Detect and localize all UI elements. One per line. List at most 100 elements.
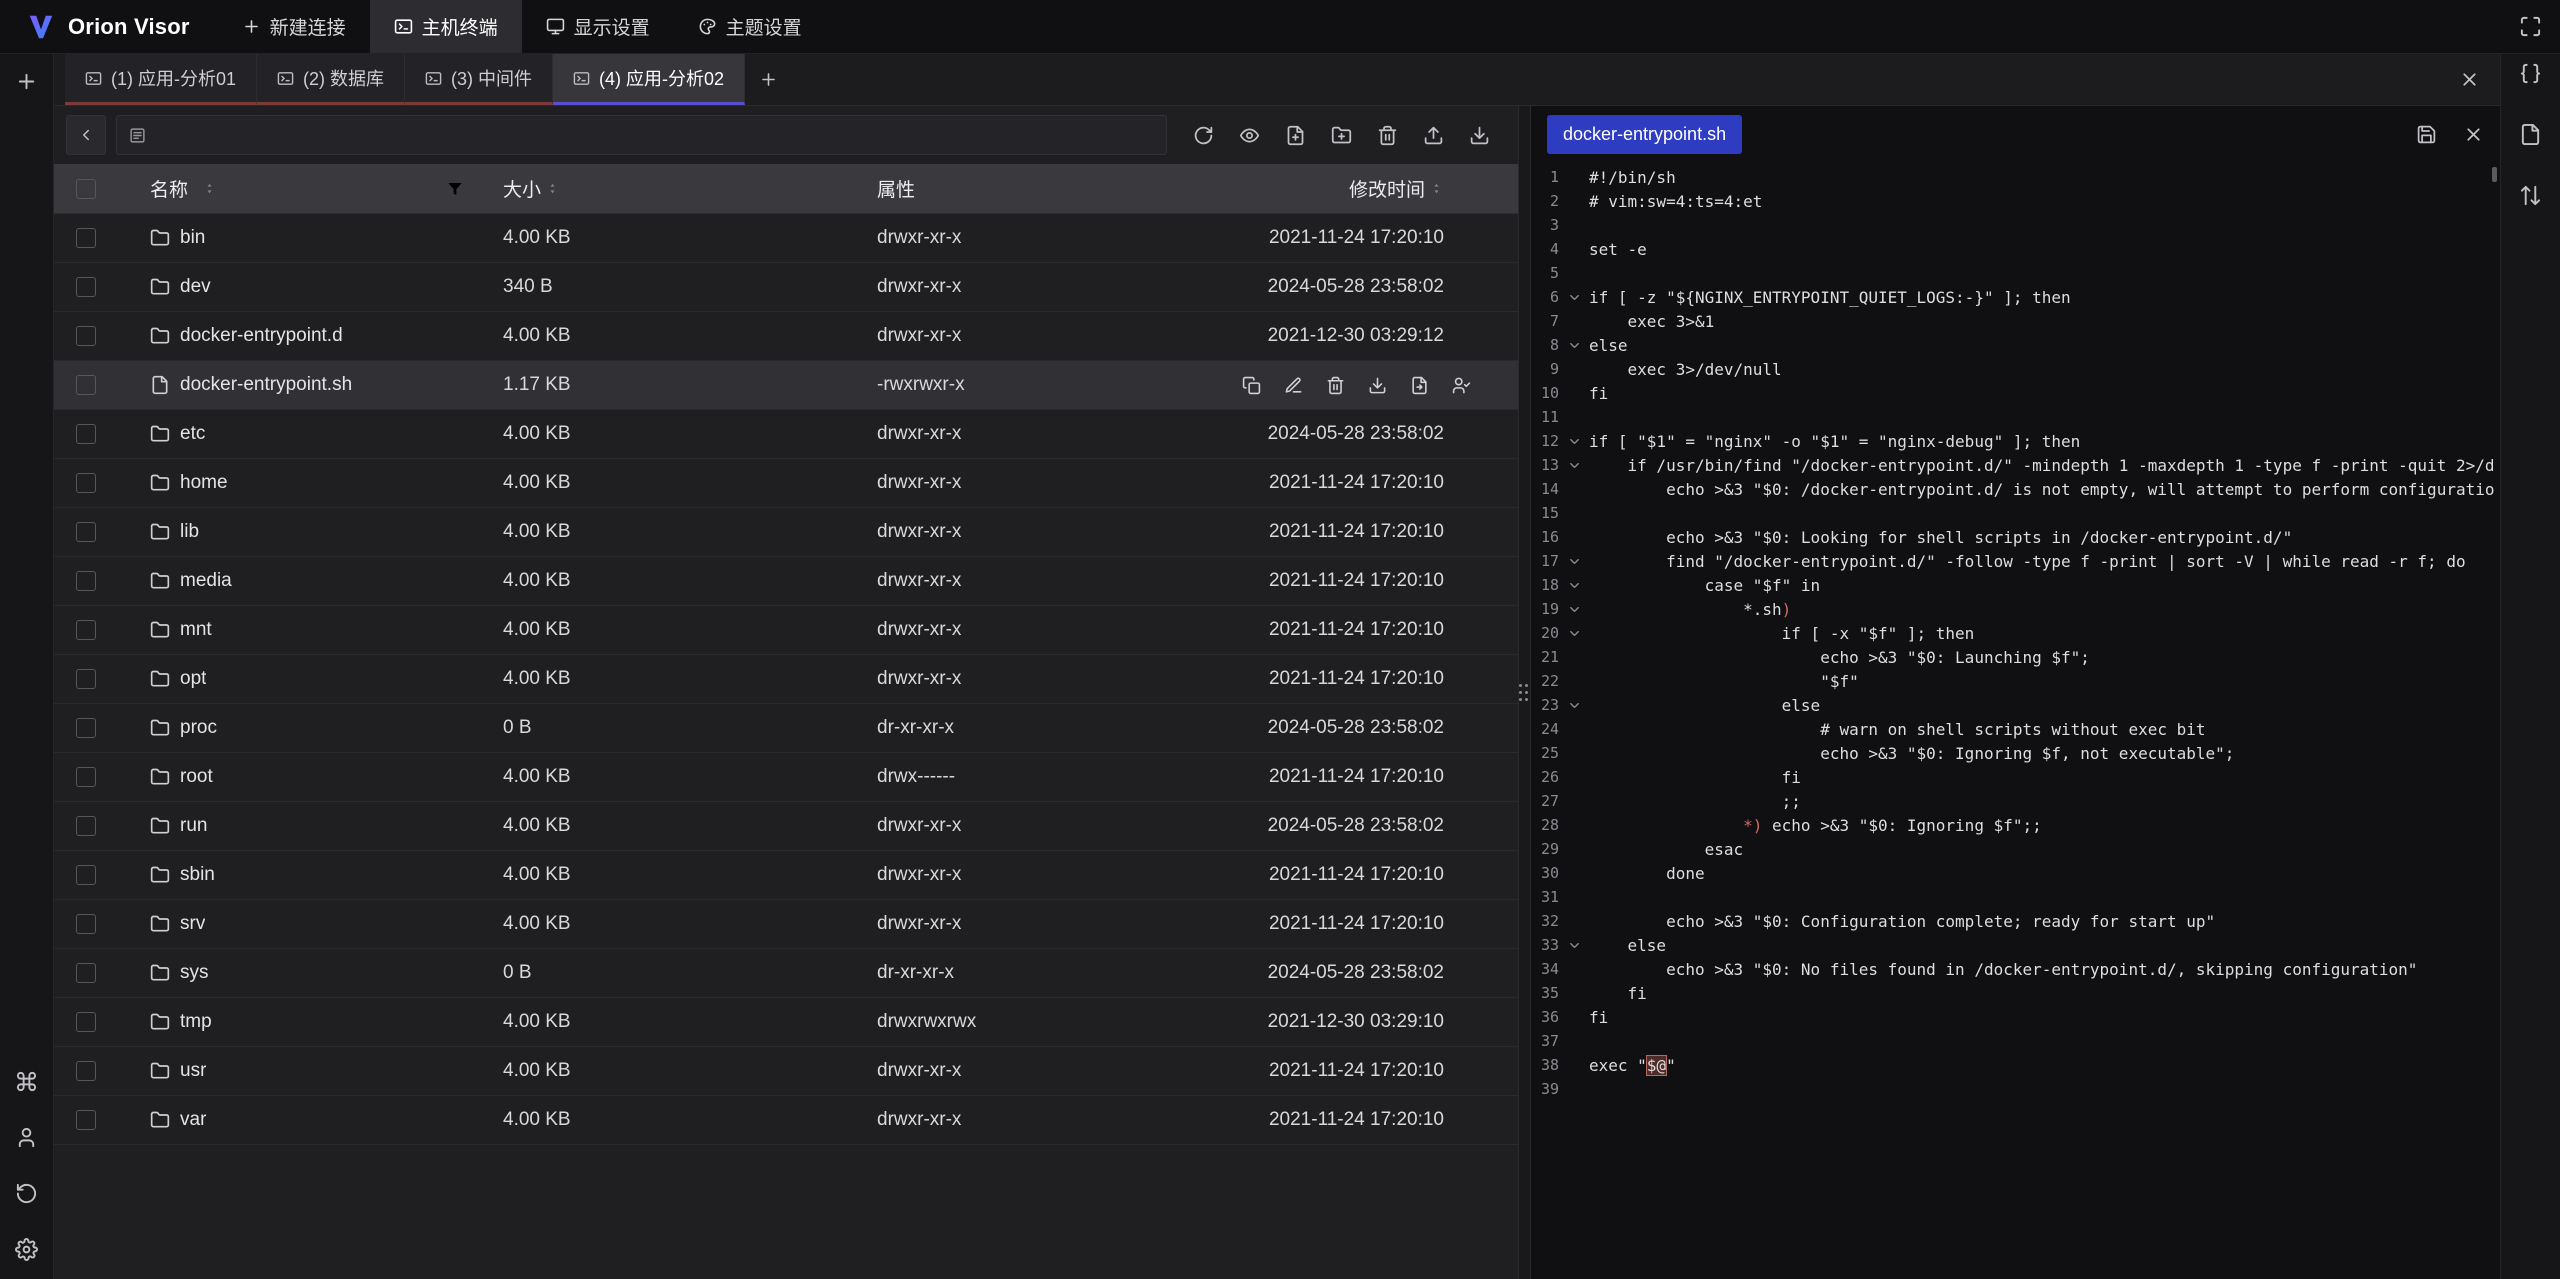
fold-toggle[interactable] [1559,578,1589,593]
row-checkbox[interactable] [76,326,96,346]
upload-button[interactable] [1423,125,1444,146]
row-checkbox[interactable] [76,522,96,542]
terminal-tab-1[interactable]: (1) 应用-分析01 [65,54,257,105]
row-action-copy[interactable] [1242,376,1261,395]
table-row[interactable]: run4.00 KBdrwxr-xr-x2024-05-28 23:58:02 [54,802,1518,851]
row-checkbox[interactable] [76,473,96,493]
table-row[interactable]: sys0 Bdr-xr-xr-x2024-05-28 23:58:02 [54,949,1518,998]
menu-item-theme-settings[interactable]: 主题设置 [674,0,826,53]
sort-icon[interactable] [202,181,217,196]
fold-toggle[interactable] [1559,554,1589,569]
code-editor[interactable]: 1#!/bin/sh2# vim:sw=4:ts=4:et34set -e56i… [1531,163,2500,1279]
new-tab-button[interactable] [745,54,791,105]
row-checkbox[interactable] [76,228,96,248]
table-row[interactable]: var4.00 KBdrwxr-xr-x2021-11-24 17:20:10 [54,1096,1518,1145]
row-checkbox[interactable] [76,1061,96,1081]
fold-chevron-icon [1567,338,1582,353]
show-hidden-button[interactable] [1239,125,1260,146]
editor-scrollbar[interactable] [2492,167,2497,182]
fullscreen-button[interactable] [2519,15,2542,38]
fold-toggle[interactable] [1559,698,1589,713]
shortcuts-button[interactable] [15,1070,38,1093]
table-row[interactable]: home4.00 KBdrwxr-xr-x2021-11-24 17:20:10 [54,459,1518,508]
editor-file-tab[interactable]: docker-entrypoint.sh [1547,115,1742,154]
delete-button[interactable] [1377,125,1398,146]
new-file-button[interactable] [1285,125,1306,146]
row-checkbox[interactable] [76,914,96,934]
fold-toggle[interactable] [1559,602,1589,617]
row-checkbox[interactable] [76,767,96,787]
row-checkbox[interactable] [76,865,96,885]
refresh-button[interactable] [1193,125,1214,146]
table-row[interactable]: srv4.00 KBdrwxr-xr-x2021-11-24 17:20:10 [54,900,1518,949]
sort-icon[interactable] [545,181,560,196]
row-action-delete[interactable] [1326,376,1345,395]
table-row[interactable]: docker-entrypoint.d4.00 KBdrwxr-xr-x2021… [54,312,1518,361]
fold-toggle[interactable] [1559,338,1589,353]
table-row[interactable]: media4.00 KBdrwxr-xr-x2021-11-24 17:20:1… [54,557,1518,606]
sync-button[interactable] [15,1182,38,1205]
code-snippet-button[interactable] [2519,62,2542,85]
filter-icon[interactable] [447,181,463,197]
file-manager-button[interactable] [2519,123,2542,146]
transfer-list-button[interactable] [2519,184,2542,207]
sort-icon[interactable] [1429,181,1444,196]
table-row[interactable]: root4.00 KBdrwx------2021-11-24 17:20:10 [54,753,1518,802]
path-list-icon[interactable] [129,127,146,144]
fold-toggle[interactable] [1559,434,1589,449]
back-button[interactable] [66,115,106,155]
row-checkbox[interactable] [76,963,96,983]
row-checkbox[interactable] [76,1110,96,1130]
file-name-cell: etc [118,410,503,458]
fold-toggle[interactable] [1559,626,1589,641]
table-row[interactable]: opt4.00 KBdrwxr-xr-x2021-11-24 17:20:10 [54,655,1518,704]
save-button[interactable] [2416,124,2437,145]
table-row[interactable]: docker-entrypoint.sh1.17 KB-rwxrwxr-x [54,361,1518,410]
new-connection-button[interactable] [15,70,38,93]
table-row[interactable]: etc4.00 KBdrwxr-xr-x2024-05-28 23:58:02 [54,410,1518,459]
row-action-download[interactable] [1368,376,1387,395]
row-action-permission[interactable] [1452,376,1471,395]
close-editor-button[interactable] [2463,124,2484,145]
terminal-tab-2[interactable]: (2) 数据库 [257,54,405,105]
fold-toggle[interactable] [1559,938,1589,953]
path-input[interactable] [156,125,1154,146]
menu-item-display-settings[interactable]: 显示设置 [522,0,674,53]
row-checkbox[interactable] [76,1012,96,1032]
row-checkbox[interactable] [76,669,96,689]
terminal-tab-4[interactable]: (4) 应用-分析02 [553,54,745,105]
table-row[interactable]: mnt4.00 KBdrwxr-xr-x2021-11-24 17:20:10 [54,606,1518,655]
column-header-name[interactable]: 名称 [150,175,188,202]
row-checkbox[interactable] [76,277,96,297]
row-checkbox[interactable] [76,424,96,444]
table-row[interactable]: tmp4.00 KBdrwxrwxrwx2021-12-30 03:29:10 [54,998,1518,1047]
menu-item-host-terminal[interactable]: 主机终端 [370,0,522,53]
settings-button[interactable] [15,1238,38,1261]
column-header-mtime[interactable]: 修改时间 [1349,175,1425,202]
row-checkbox[interactable] [76,718,96,738]
user-button[interactable] [15,1126,38,1149]
fold-toggle[interactable] [1559,458,1589,473]
close-button[interactable] [2459,69,2480,90]
row-checkbox[interactable] [76,375,96,395]
table-row[interactable]: dev340 Bdrwxr-xr-x2024-05-28 23:58:02 [54,263,1518,312]
table-row[interactable]: sbin4.00 KBdrwxr-xr-x2021-11-24 17:20:10 [54,851,1518,900]
row-checkbox[interactable] [76,816,96,836]
download-button[interactable] [1469,125,1490,146]
row-action-edit[interactable] [1284,376,1303,395]
column-header-size[interactable]: 大小 [503,175,541,202]
menu-item-new-connection[interactable]: 新建连接 [218,0,370,53]
table-row[interactable]: proc0 Bdr-xr-xr-x2024-05-28 23:58:02 [54,704,1518,753]
file-perm-cell: drwxr-xr-x [877,802,1183,850]
row-checkbox[interactable] [76,620,96,640]
fold-toggle[interactable] [1559,290,1589,305]
table-row[interactable]: usr4.00 KBdrwxr-xr-x2021-11-24 17:20:10 [54,1047,1518,1096]
table-row[interactable]: bin4.00 KBdrwxr-xr-x2021-11-24 17:20:10 [54,214,1518,263]
panel-resize-handle[interactable] [1518,106,1531,1279]
select-all-checkbox[interactable] [76,179,96,199]
row-action-move[interactable] [1410,376,1429,395]
row-checkbox[interactable] [76,571,96,591]
terminal-tab-3[interactable]: (3) 中间件 [405,54,553,105]
table-row[interactable]: lib4.00 KBdrwxr-xr-x2021-11-24 17:20:10 [54,508,1518,557]
new-folder-button[interactable] [1331,125,1352,146]
